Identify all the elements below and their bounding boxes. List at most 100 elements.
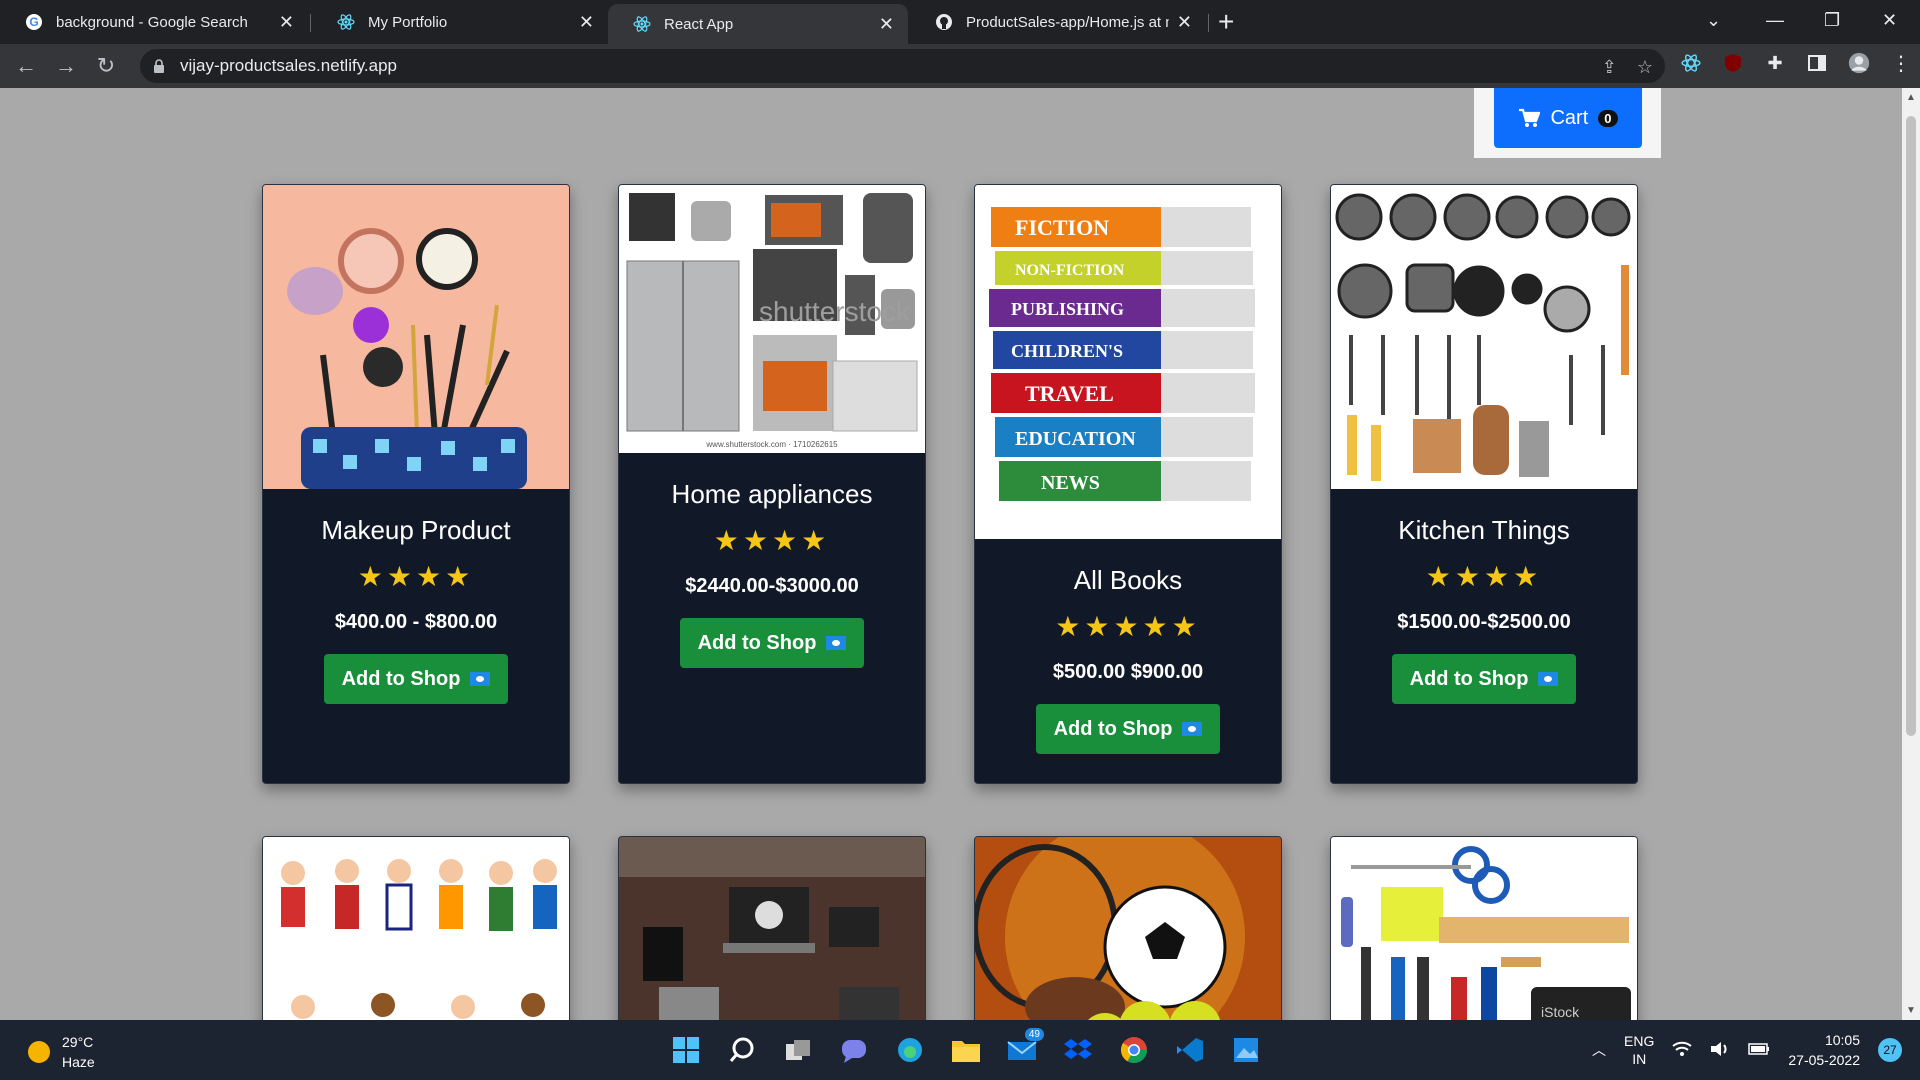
battery-icon[interactable]	[1748, 1042, 1770, 1058]
scrollbar-thumb[interactable]	[1906, 116, 1916, 736]
book-label: NON-FICTION	[1015, 262, 1125, 279]
address-bar-row: ← → ↻ vijay-productsales.netlify.app ⇪ ☆	[0, 44, 1920, 88]
show-hidden-icons[interactable]: ︿	[1592, 1040, 1606, 1060]
product-card-appliances: shutterstock www.shutterstock.com · 1710…	[618, 184, 926, 784]
product-card-books: FICTION NON-FICTION PUBLISHING CHILDREN'…	[974, 184, 1282, 784]
product-title: Kitchen Things	[1398, 515, 1570, 545]
photos-icon[interactable]	[1228, 1032, 1264, 1068]
close-window-button[interactable]: ✕	[1882, 0, 1897, 40]
omnibox[interactable]: vijay-productsales.netlify.app ⇪ ☆	[140, 49, 1665, 83]
page-scrollbar[interactable]: ▲ ▼	[1902, 88, 1920, 1020]
tab-strip: G background - Google Search ✕ My Portfo…	[0, 0, 1920, 44]
product-card-stationery: iStock	[1330, 836, 1638, 1020]
books-image: FICTION NON-FICTION PUBLISHING CHILDREN'…	[975, 185, 1281, 539]
task-view-icon[interactable]	[780, 1032, 816, 1068]
cart-container: Cart 0	[1474, 88, 1661, 158]
cart-button[interactable]: Cart 0	[1494, 88, 1642, 148]
workspace-image	[619, 837, 925, 1020]
product-price: $400.00 - $800.00	[334, 611, 498, 633]
product-price: $500.00 $900.00	[1052, 661, 1204, 683]
product-card-kitchen: Kitchen Things ★★★★ $1500.00-$2500.00 Ad…	[1330, 184, 1638, 784]
add-to-shop-label: Add to Shop	[697, 631, 817, 654]
tab-my-portfolio[interactable]: My Portfolio ✕	[312, 0, 608, 44]
notification-badge[interactable]: 27	[1878, 1038, 1902, 1062]
back-icon[interactable]: ←	[12, 52, 40, 80]
rating-stars: ★★★★	[713, 525, 831, 556]
extensions-puzzle-icon[interactable]: ✚	[1764, 52, 1786, 74]
flag-icon	[470, 672, 491, 686]
mail-icon[interactable]: 49	[1004, 1028, 1044, 1068]
share-icon[interactable]: ⇪	[1602, 57, 1617, 78]
clock[interactable]: 10:05 27-05-2022	[1788, 1030, 1860, 1070]
close-tab-icon[interactable]: ✕	[879, 14, 894, 35]
add-to-shop-button[interactable]: Add to Shop	[1036, 704, 1220, 754]
minimize-button[interactable]: —	[1766, 0, 1784, 40]
react-devtools-icon[interactable]	[1680, 52, 1702, 74]
region-code[interactable]: IN	[1624, 1050, 1654, 1068]
add-to-shop-button[interactable]: Add to Shop	[324, 654, 508, 704]
react-icon	[336, 12, 356, 32]
weather-temp: 29°C	[62, 1034, 94, 1050]
makeup-image	[263, 185, 569, 489]
cart-icon	[1519, 108, 1541, 127]
volume-icon[interactable]	[1710, 1041, 1730, 1060]
rating-stars: ★★★★★	[1055, 611, 1201, 642]
new-tab-button[interactable]: +	[1218, 6, 1234, 38]
wifi-icon[interactable]	[1672, 1041, 1693, 1060]
istock-watermark: iStock	[1541, 1004, 1580, 1020]
tab-react-app[interactable]: React App ✕	[608, 4, 908, 44]
add-to-shop-label: Add to Shop	[1053, 717, 1173, 740]
scroll-down-icon[interactable]: ▼	[1906, 1005, 1916, 1016]
sports-image	[975, 837, 1281, 1020]
reload-icon[interactable]: ↻	[92, 52, 120, 80]
edge-icon[interactable]	[892, 1032, 928, 1068]
github-icon	[934, 12, 954, 32]
teams-chat-icon[interactable]	[836, 1032, 872, 1068]
tab-google-search[interactable]: G background - Google Search ✕	[0, 0, 308, 44]
sun-icon	[28, 1041, 50, 1063]
add-to-shop-label: Add to Shop	[341, 667, 461, 690]
add-to-shop-button[interactable]: Add to Shop	[1392, 654, 1576, 704]
forward-icon[interactable]: →	[52, 52, 80, 80]
product-price: $2440.00-$3000.00	[685, 575, 859, 597]
profile-avatar[interactable]	[1848, 52, 1870, 74]
chrome-menu-icon[interactable]: ⋮	[1890, 52, 1912, 75]
flag-icon	[1182, 722, 1203, 736]
ublock-icon[interactable]	[1722, 52, 1744, 74]
file-explorer-icon[interactable]	[948, 1032, 984, 1068]
rating-stars: ★★★★	[357, 561, 475, 592]
product-card-kids	[262, 836, 570, 1020]
restore-button[interactable]: ❐	[1824, 0, 1840, 40]
product-price: $1500.00-$2500.00	[1397, 611, 1571, 633]
language-code[interactable]: ENG	[1624, 1032, 1654, 1050]
weather-widget[interactable]: 29°C Haze	[28, 1032, 95, 1072]
close-tab-icon[interactable]: ✕	[1177, 12, 1192, 33]
tab-search-icon[interactable]: ⌄	[1706, 0, 1721, 40]
tab-github[interactable]: ProductSales-app/Home.js at ma ✕	[910, 0, 1206, 44]
search-icon[interactable]	[724, 1032, 760, 1068]
vscode-icon[interactable]	[1172, 1032, 1208, 1068]
page-content: Cart 0 Makeup Product ★★★★ $400.00 - $80…	[0, 88, 1902, 1020]
side-panel-icon[interactable]	[1806, 52, 1828, 74]
close-tab-icon[interactable]: ✕	[279, 12, 294, 33]
product-title: Makeup Product	[321, 515, 511, 545]
lock-icon[interactable]	[152, 59, 166, 73]
url-text: vijay-productsales.netlify.app	[180, 56, 398, 75]
kids-image	[263, 837, 569, 1020]
start-icon[interactable]	[668, 1032, 704, 1068]
chrome-icon[interactable]	[1116, 1032, 1152, 1068]
bookmark-star-icon[interactable]: ☆	[1637, 57, 1653, 78]
google-icon: G	[24, 12, 44, 32]
stationery-image: iStock	[1331, 837, 1637, 1020]
product-title: Home appliances	[671, 479, 873, 509]
product-title: All Books	[1073, 565, 1183, 595]
close-tab-icon[interactable]: ✕	[579, 12, 594, 33]
cart-count-badge: 0	[1598, 109, 1618, 127]
scroll-up-icon[interactable]: ▲	[1906, 92, 1916, 103]
dropbox-icon[interactable]	[1060, 1032, 1096, 1068]
book-label: PUBLISHING	[1011, 299, 1124, 319]
cart-label: Cart	[1550, 106, 1589, 129]
shutterstock-watermark: shutterstock	[759, 296, 911, 327]
add-to-shop-button[interactable]: Add to Shop	[680, 618, 864, 668]
appliances-image: shutterstock www.shutterstock.com · 1710…	[619, 185, 925, 453]
